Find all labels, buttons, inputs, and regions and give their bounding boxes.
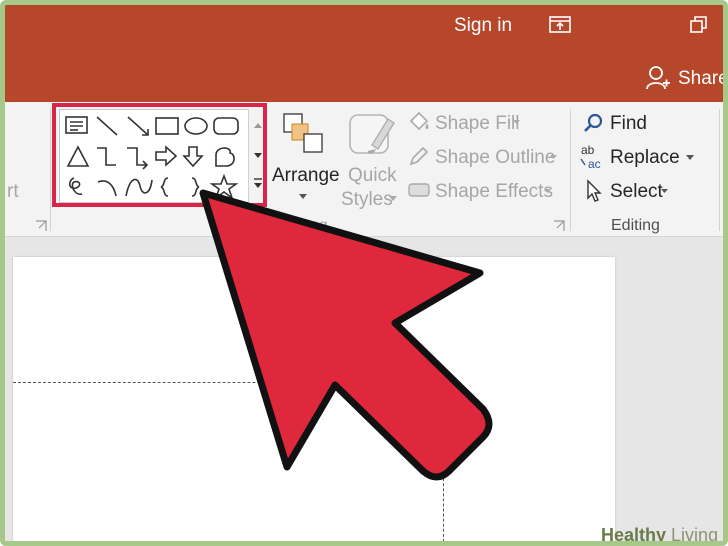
window-frame: Sign in Share rt Arrange Quick Styles Sh… <box>0 0 728 546</box>
pointer-arrow-annotation <box>199 189 493 481</box>
watermark: Healthy Living <box>601 525 719 545</box>
watermark-suffix: Living <box>671 525 719 545</box>
watermark-brand: Healthy <box>601 525 667 545</box>
